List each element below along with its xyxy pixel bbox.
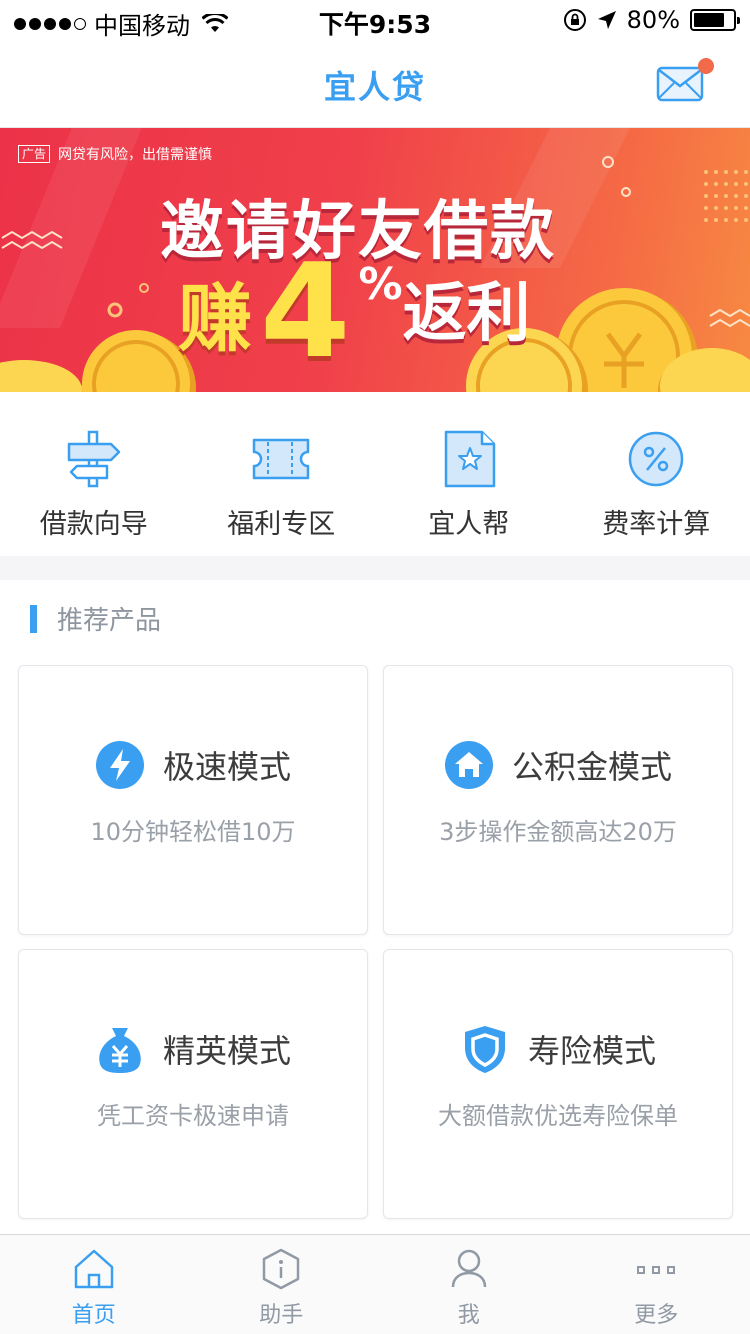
quick-entry-loan-guide[interactable]: 借款向导 [0,392,188,556]
app-title: 宜人贷 [323,68,426,106]
section-header: 推荐产品 [30,600,161,637]
ticket-icon [253,438,310,480]
banner-earn: 赚 [178,276,252,362]
location-arrow-icon [597,11,616,29]
product-card-life-insurance[interactable]: 寿险模式 大额借款优选寿险保单 [383,949,733,1219]
tab-label: 首页 [71,1303,116,1328]
home-icon [444,741,493,789]
tab-label: 更多 [634,1303,679,1328]
card-header: 精英模式 [19,1024,367,1074]
messages-button[interactable] [656,58,714,104]
quick-entry-label: 福利专区 [227,509,336,540]
product-card-express[interactable]: 极速模式 10分钟轻松借10万 [18,665,368,935]
card-description: 10分钟轻松借10万 [90,818,296,846]
tab-label: 助手 [259,1303,304,1328]
more-dots-icon [637,1266,676,1274]
quick-entry-label: 借款向导 [39,509,148,540]
quick-entry-rate-calculator[interactable]: 费率计算 [563,392,750,556]
money-bag-icon [99,1028,141,1073]
section-title: 推荐产品 [57,606,162,636]
home-outline-icon [74,1249,113,1289]
tab-bar: 首页 助手 我 更多 [0,1234,750,1334]
banner-offer: 赚 4 % 返利 [178,235,531,387]
ad-tag: 广告 [18,145,51,163]
promo-banner[interactable]: 广告 网贷有风险，出借需谨慎 邀请好友借款 赚 4 % 返利 [0,128,750,392]
tab-home[interactable]: 首页 [0,1235,188,1334]
battery-icon [690,9,740,31]
quick-entry-welfare[interactable]: 福利专区 [188,392,376,556]
quick-entry-label: 费率计算 [602,509,711,540]
card-title: 极速模式 [162,748,291,786]
card-description: 凭工资卡极速申请 [97,1102,289,1130]
card-header: 寿险模式 [384,1024,732,1074]
percent-icon [629,431,684,487]
card-description: 3步操作金额高达20万 [439,818,677,846]
banner-percent-number: 4 [260,235,351,387]
risk-warning: 网贷有风险，出借需谨慎 [58,147,213,163]
card-title: 公积金模式 [511,748,672,786]
card-header: 公积金模式 [384,740,732,790]
person-icon [451,1249,486,1288]
quick-entry-label: 宜人帮 [428,509,510,540]
card-title: 寿险模式 [527,1032,656,1070]
signpost-icon [67,430,120,488]
product-card-elite[interactable]: 精英模式 凭工资卡极速申请 [18,949,368,1219]
card-description: 大额借款优选寿险保单 [438,1102,678,1130]
battery-level-fill [694,13,725,27]
tab-more[interactable]: 更多 [563,1235,750,1334]
shield-icon [464,1026,505,1073]
banner-rebate: 返利 [402,277,531,351]
nav-bar: 宜人贷 [0,40,750,128]
quick-entry-yirenbang[interactable]: 宜人帮 [375,392,563,556]
battery-percent: 80% [626,6,680,34]
tab-assistant[interactable]: 助手 [188,1235,376,1334]
card-title: 精英模式 [162,1032,291,1070]
product-card-housing-fund[interactable]: 公积金模式 3步操作金额高达20万 [383,665,733,935]
status-bar: 中国移动 下午9:53 80% [0,0,750,40]
tab-label: 我 [457,1303,480,1328]
card-header: 极速模式 [19,740,367,790]
info-hexagon-icon [263,1248,300,1290]
status-right: 80% [563,6,740,34]
rotation-lock-icon [563,9,586,31]
unread-badge [698,58,714,74]
banner-percent-sign: % [358,259,403,310]
section-accent-bar [30,604,37,633]
ad-disclaimer: 广告 网贷有风险，出借需谨慎 [18,144,212,164]
lightning-icon [95,741,144,789]
quick-entry-row: 借款向导 福利专区 宜人帮 费率计算 [0,392,750,556]
tab-me[interactable]: 我 [375,1235,563,1334]
star-document-icon [444,430,495,488]
section-divider [0,556,750,580]
